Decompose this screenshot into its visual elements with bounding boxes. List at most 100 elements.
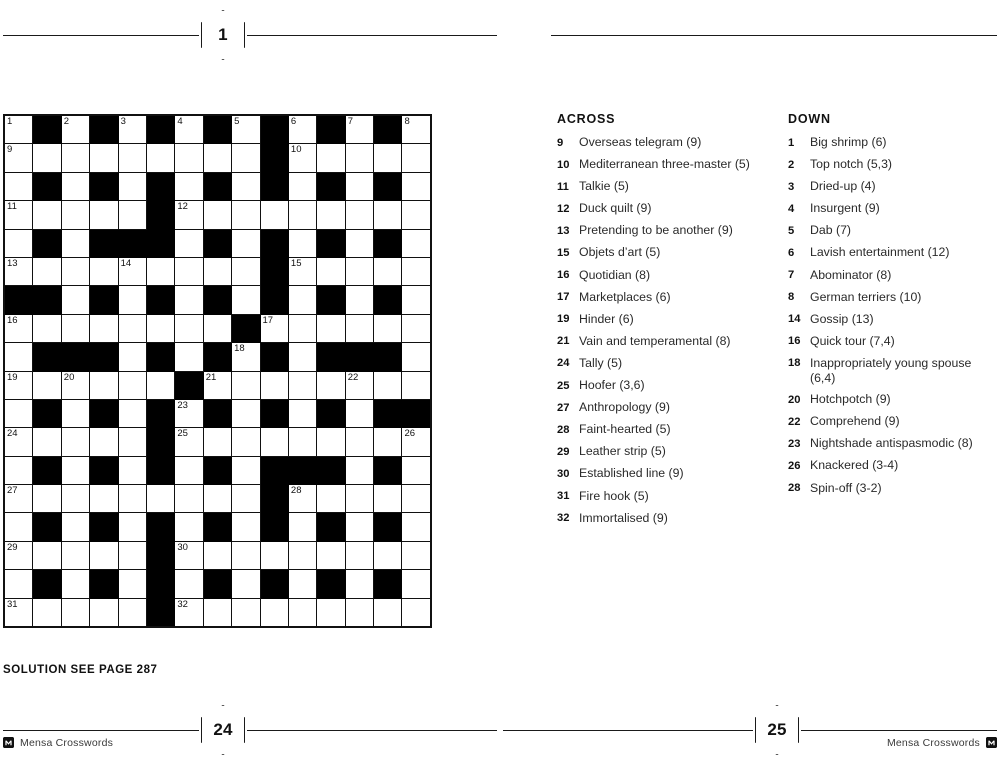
grid-cell[interactable]: [401, 597, 432, 628]
grid-cell[interactable]: [145, 313, 176, 344]
grid-cell[interactable]: 22: [344, 370, 375, 400]
across-clue-item[interactable]: 21 Vain and temperamental (8): [557, 334, 775, 349]
grid-cell[interactable]: [401, 540, 432, 571]
grid-cell[interactable]: [174, 228, 204, 258]
grid-cell[interactable]: [287, 228, 318, 258]
grid-cell[interactable]: [60, 200, 91, 230]
grid-cell[interactable]: 14: [117, 256, 147, 287]
down-clue-item[interactable]: 23 Nightshade antispasmodic (8): [788, 436, 1000, 451]
grid-cell[interactable]: 1: [3, 114, 34, 145]
grid-cell[interactable]: [174, 171, 204, 202]
grid-cell[interactable]: [259, 597, 289, 628]
down-clue-item[interactable]: 6 Lavish entertainment (12): [788, 245, 1000, 260]
across-clue-item[interactable]: 32 Immortalised (9): [557, 511, 775, 526]
grid-cell[interactable]: [259, 540, 289, 571]
grid-cell[interactable]: [174, 143, 204, 173]
grid-cell[interactable]: [373, 200, 403, 230]
down-clue-item[interactable]: 20 Hotchpotch (9): [788, 392, 1000, 407]
grid-cell[interactable]: [344, 313, 375, 344]
down-clue-item[interactable]: 3 Dried-up (4): [788, 179, 1000, 194]
across-clue-item[interactable]: 24 Tally (5): [557, 356, 775, 371]
grid-cell[interactable]: [316, 143, 346, 173]
grid-cell[interactable]: [32, 484, 62, 514]
grid-cell[interactable]: [89, 597, 119, 628]
grid-cell[interactable]: [32, 370, 62, 400]
grid-cell[interactable]: [287, 540, 318, 571]
grid-cell[interactable]: 30: [174, 540, 204, 571]
across-clue-item[interactable]: 16 Quotidian (8): [557, 268, 775, 283]
grid-cell[interactable]: 24: [3, 427, 34, 457]
grid-cell[interactable]: [117, 342, 147, 372]
crossword-table[interactable]: 1 2 3 4 5 6 7 8 9 10 11 12 13 14 15 16 17 18 19 20 21 22 23 24 2…: [3, 114, 432, 629]
across-clue-item[interactable]: 17 Marketplaces (6): [557, 290, 775, 305]
grid-cell[interactable]: [89, 427, 119, 457]
grid-cell[interactable]: [401, 285, 432, 315]
grid-cell[interactable]: [202, 597, 233, 628]
grid-cell[interactable]: [344, 512, 375, 542]
grid-cell[interactable]: [287, 398, 318, 429]
grid-cell[interactable]: [373, 484, 403, 514]
grid-cell[interactable]: [60, 256, 91, 287]
across-clue-item[interactable]: 19 Hinder (6): [557, 312, 775, 327]
grid-cell[interactable]: [373, 597, 403, 628]
grid-cell[interactable]: [89, 313, 119, 344]
grid-cell[interactable]: [117, 200, 147, 230]
grid-cell[interactable]: [401, 484, 432, 514]
grid-cell[interactable]: [3, 171, 34, 202]
grid-cell[interactable]: [202, 256, 233, 287]
grid-cell[interactable]: 6: [287, 114, 318, 145]
grid-cell[interactable]: [259, 427, 289, 457]
grid-cell[interactable]: [259, 200, 289, 230]
grid-cell[interactable]: [231, 398, 261, 429]
grid-cell[interactable]: [32, 143, 62, 173]
grid-cell[interactable]: [174, 484, 204, 514]
grid-cell[interactable]: [3, 398, 34, 429]
grid-cell[interactable]: [60, 143, 91, 173]
grid-cell[interactable]: [117, 484, 147, 514]
grid-cell[interactable]: [117, 455, 147, 486]
grid-cell[interactable]: [60, 512, 91, 542]
down-clue-item[interactable]: 8 German terriers (10): [788, 290, 1000, 305]
grid-cell[interactable]: [401, 171, 432, 202]
grid-cell[interactable]: [287, 285, 318, 315]
grid-cell[interactable]: [344, 228, 375, 258]
grid-cell[interactable]: [202, 200, 233, 230]
grid-cell[interactable]: 4: [174, 114, 204, 145]
grid-cell[interactable]: [344, 398, 375, 429]
across-clue-item[interactable]: 9 Overseas telegram (9): [557, 135, 775, 150]
down-clue-item[interactable]: 4 Insurgent (9): [788, 201, 1000, 216]
across-clue-item[interactable]: 15 Objets d’art (5): [557, 245, 775, 260]
grid-cell[interactable]: [117, 512, 147, 542]
across-clue-item[interactable]: 11 Talkie (5): [557, 179, 775, 194]
grid-cell[interactable]: [202, 313, 233, 344]
grid-cell[interactable]: [344, 171, 375, 202]
grid-cell[interactable]: [174, 256, 204, 287]
grid-cell[interactable]: [32, 256, 62, 287]
grid-cell[interactable]: [60, 484, 91, 514]
grid-cell[interactable]: [117, 569, 147, 599]
grid-cell[interactable]: [316, 427, 346, 457]
grid-cell[interactable]: [32, 427, 62, 457]
grid-cell[interactable]: [401, 228, 432, 258]
grid-cell[interactable]: [316, 597, 346, 628]
grid-cell[interactable]: 20: [60, 370, 91, 400]
grid-cell[interactable]: 2: [60, 114, 91, 145]
grid-cell[interactable]: 8: [401, 114, 432, 145]
grid-cell[interactable]: [60, 540, 91, 571]
down-clue-item[interactable]: 2 Top notch (5,3): [788, 157, 1000, 172]
grid-cell[interactable]: [117, 427, 147, 457]
grid-cell[interactable]: [259, 370, 289, 400]
grid-cell[interactable]: [287, 313, 318, 344]
grid-cell[interactable]: [316, 313, 346, 344]
grid-cell[interactable]: [89, 370, 119, 400]
grid-cell[interactable]: [344, 455, 375, 486]
grid-cell[interactable]: [344, 143, 375, 173]
grid-cell[interactable]: [231, 455, 261, 486]
grid-cell[interactable]: [231, 512, 261, 542]
grid-cell[interactable]: [231, 143, 261, 173]
grid-cell[interactable]: 25: [174, 427, 204, 457]
grid-cell[interactable]: [373, 370, 403, 400]
grid-cell[interactable]: [145, 143, 176, 173]
grid-cell[interactable]: 16: [3, 313, 34, 344]
grid-cell[interactable]: 21: [202, 370, 233, 400]
